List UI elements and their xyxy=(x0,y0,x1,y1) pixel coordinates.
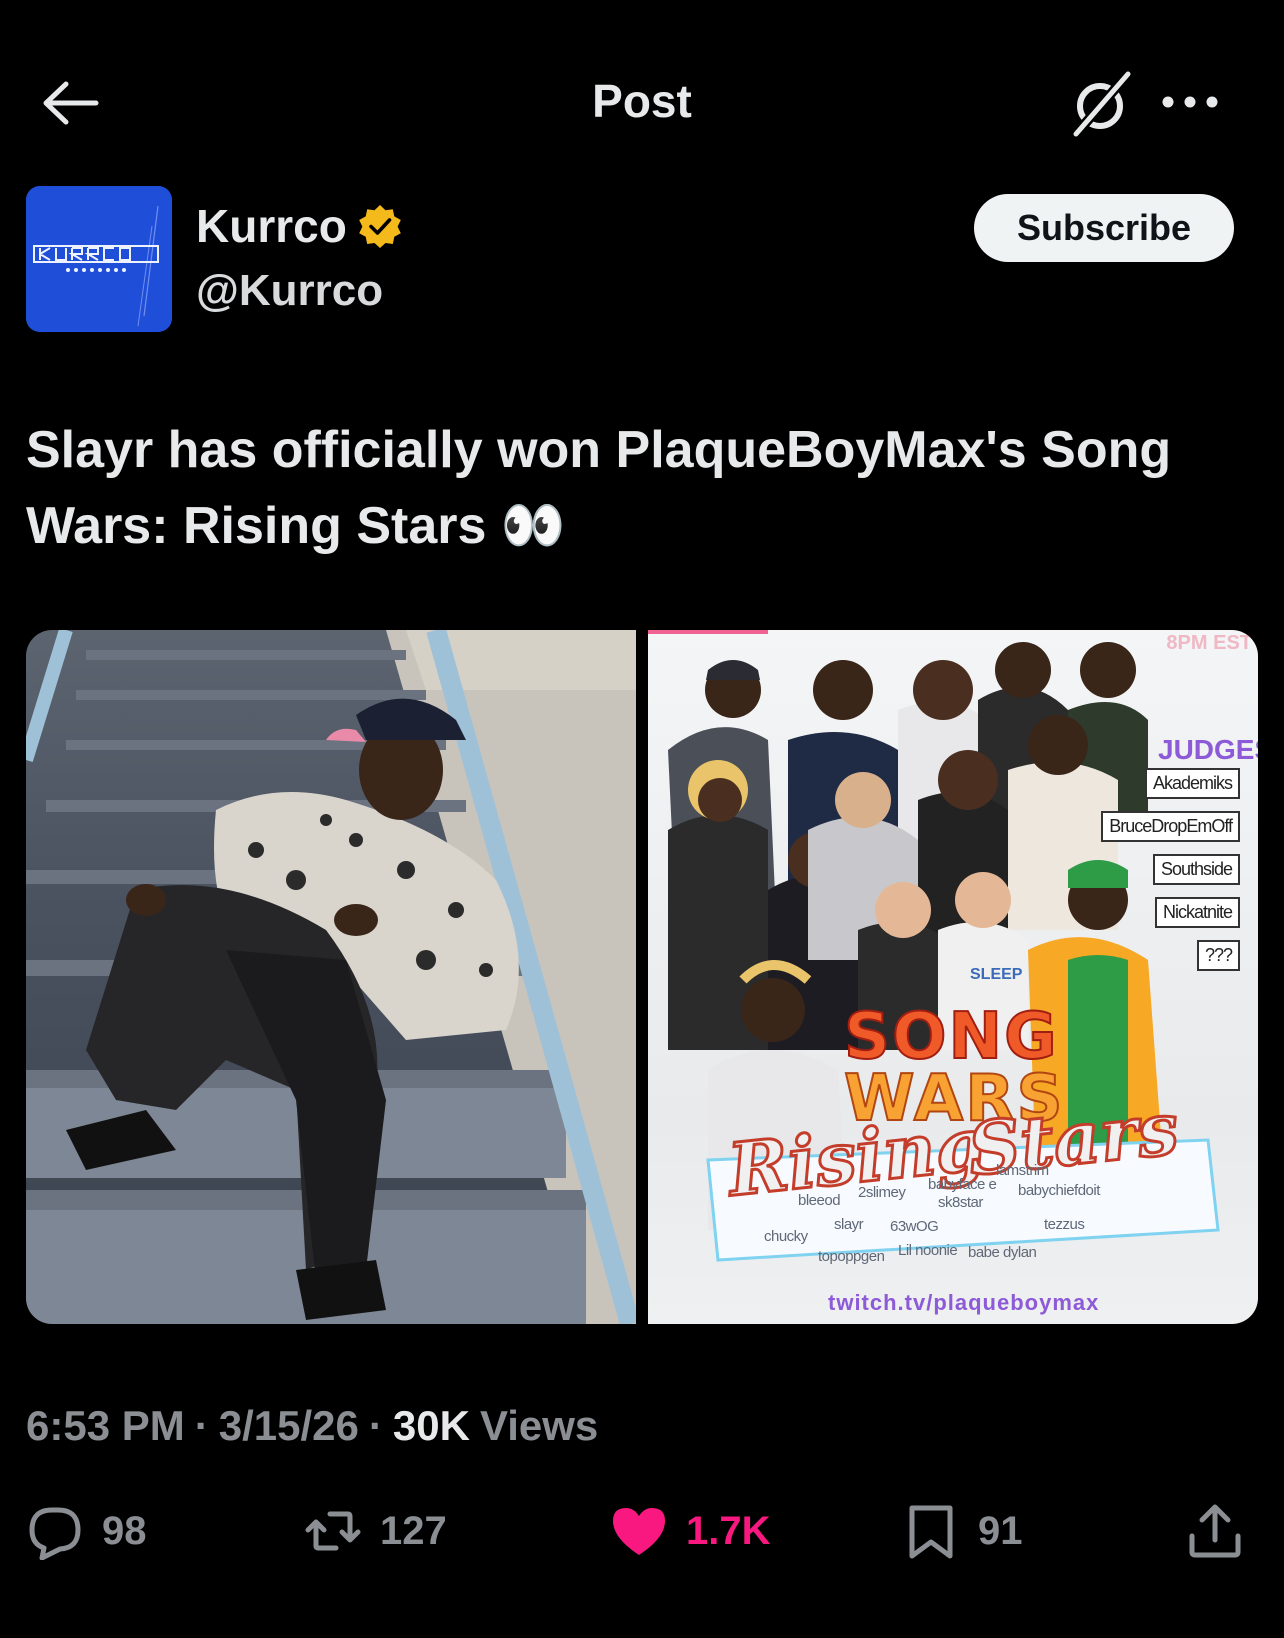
subscribe-button[interactable]: Subscribe xyxy=(974,194,1234,262)
poster-contestant: slayr xyxy=(834,1216,864,1233)
media-poster-song-wars[interactable]: 8PM EST JUDGES: Akademiks BruceDropEmOff… xyxy=(648,630,1258,1324)
more-horizontal-icon xyxy=(1162,96,1218,108)
share-button[interactable] xyxy=(1186,1496,1244,1566)
poster-contestant: lamstrim xyxy=(996,1162,1049,1179)
poster-contestant: Lil noonie xyxy=(898,1242,958,1259)
poster-judge: Southside xyxy=(1152,854,1240,885)
grok-icon xyxy=(1072,70,1132,138)
post-text: Slayr has officially won PlaqueBoyMax's … xyxy=(26,421,1172,555)
media-photo-stairs[interactable] xyxy=(26,630,636,1324)
poster-judges-list: Akademiks BruceDropEmOff Southside Nicka… xyxy=(1101,768,1240,971)
poster-contestant: babe dylan xyxy=(968,1244,1037,1261)
poster-judge: BruceDropEmOff xyxy=(1101,811,1240,842)
stairs-photo-illustration xyxy=(26,630,636,1324)
poster-twitch-link: twitch.tv/plaqueboymax xyxy=(828,1290,1100,1315)
poster-contestant: 63wOG xyxy=(890,1218,939,1235)
bookmark-button[interactable]: 91 xyxy=(902,1496,1023,1566)
poster-time: 8PM EST xyxy=(1166,632,1252,654)
reply-count: 98 xyxy=(102,1508,147,1553)
arrow-left-icon xyxy=(43,81,99,125)
author-name-row: Kurrco xyxy=(196,198,403,254)
reply-icon xyxy=(29,1507,81,1560)
share-icon xyxy=(1189,1504,1241,1558)
views-label: Views xyxy=(479,1402,599,1449)
author-handle[interactable]: @Kurrco xyxy=(196,266,383,316)
post-time: 6:53 PM xyxy=(26,1402,185,1449)
action-bar: 98 127 1.7K 91 xyxy=(26,1496,1258,1566)
reply-button[interactable]: 98 xyxy=(26,1496,147,1566)
poster-contestant: 2slimey xyxy=(858,1184,906,1201)
bookmark-icon xyxy=(909,1505,953,1559)
heart-filled-icon xyxy=(613,1508,665,1555)
poster-contestant: sk8star xyxy=(938,1194,983,1211)
poster-contestant: bleeod xyxy=(798,1192,841,1209)
author-name[interactable]: Kurrco xyxy=(196,199,347,253)
views-count[interactable]: 30K xyxy=(393,1402,470,1450)
grok-button[interactable] xyxy=(1064,68,1136,140)
poster-judge: Nickatnite xyxy=(1154,897,1240,928)
meta-separator: · xyxy=(368,1402,383,1449)
poster-contestant: babychiefdoit xyxy=(1018,1182,1100,1199)
meta-separator: · xyxy=(194,1402,209,1449)
avatar[interactable] xyxy=(26,186,172,332)
poster-judges-title: JUDGES: xyxy=(1158,734,1258,765)
poster-judge: ??? xyxy=(1196,940,1240,971)
poster-contestant: babyface e xyxy=(928,1176,997,1193)
poster-judge: Akademiks xyxy=(1144,768,1240,799)
poster-contestants: bleeod 2slimey babyface e lamstrim babyc… xyxy=(688,1162,1208,1280)
poster-sleep-tag: SLEEP xyxy=(970,966,1023,983)
post-author: Kurrco @Kurrco Subscribe xyxy=(26,186,1258,334)
verified-badge-icon[interactable] xyxy=(357,203,403,249)
more-button[interactable] xyxy=(1158,80,1222,124)
like-button[interactable]: 1.7K xyxy=(610,1496,771,1566)
repost-count: 127 xyxy=(380,1508,447,1553)
repost-button[interactable]: 127 xyxy=(304,1496,447,1566)
back-button[interactable] xyxy=(40,78,100,128)
post-media: 8PM EST JUDGES: Akademiks BruceDropEmOff… xyxy=(26,630,1258,1324)
top-bar: Post xyxy=(0,60,1284,144)
post-date: 3/15/26 xyxy=(218,1402,359,1449)
kurrco-logo xyxy=(26,186,172,332)
like-count: 1.7K xyxy=(686,1508,771,1553)
poster-contestant: topoppgen xyxy=(818,1248,885,1265)
repost-icon xyxy=(305,1511,361,1551)
bookmark-count: 91 xyxy=(978,1508,1023,1553)
post-meta: 6:53 PM · 3/15/26 · 30K Views xyxy=(26,1402,598,1450)
poster-contestant: chucky xyxy=(764,1228,808,1245)
poster-contestant: tezzus xyxy=(1044,1216,1085,1233)
